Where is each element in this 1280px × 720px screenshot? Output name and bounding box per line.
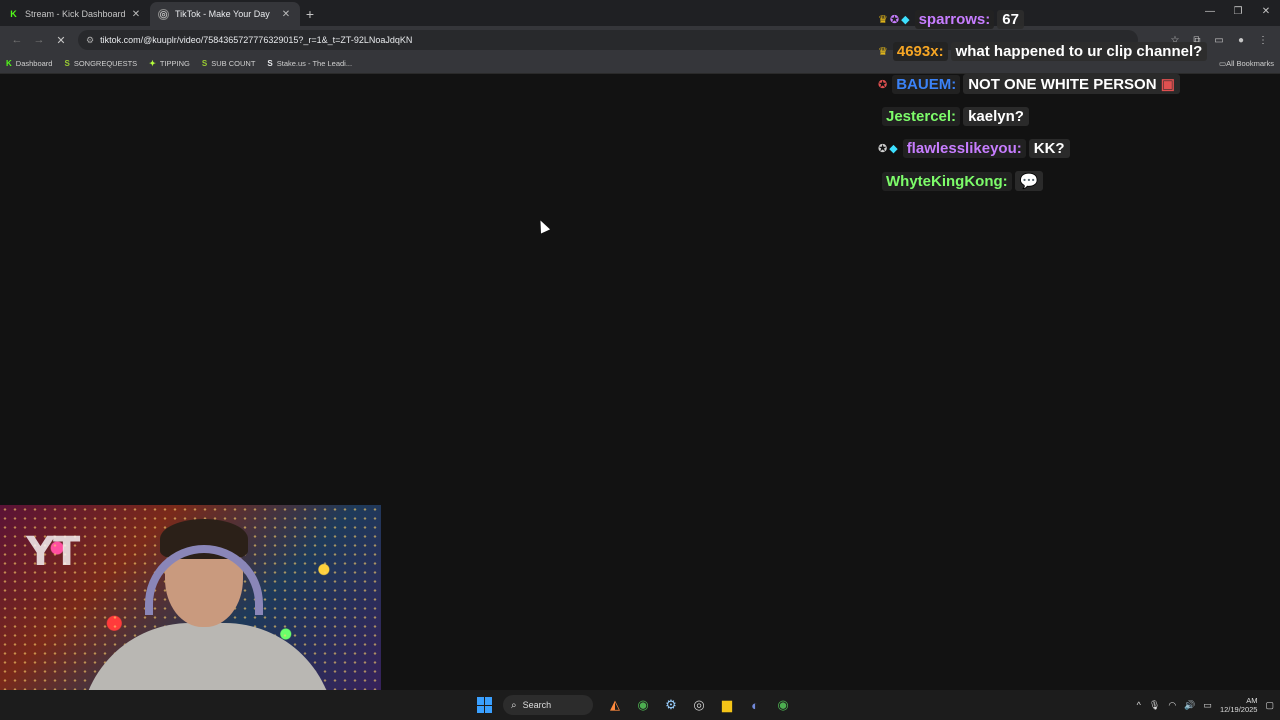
battery-icon[interactable]: ▭ bbox=[1203, 700, 1212, 711]
chat-text: kaelyn? bbox=[963, 106, 1029, 126]
webcam-sign: YT bbox=[26, 529, 80, 575]
bookmark-songrequests[interactable]: S SONGREQUESTS bbox=[64, 59, 137, 68]
chat-text: KK? bbox=[1028, 138, 1070, 158]
emote-icon: ▣ bbox=[1160, 76, 1175, 93]
chat-username: flawlesslikeyou: bbox=[902, 138, 1026, 158]
minimize-icon[interactable]: — bbox=[1196, 0, 1224, 24]
sub-badge-icon: ✪ bbox=[878, 142, 888, 155]
chat-message: WhyteKingKong: 💬 bbox=[878, 170, 1044, 192]
taskbar-search[interactable]: ⌕ Search bbox=[503, 695, 593, 715]
folder-icon: ▭ bbox=[1218, 59, 1227, 68]
close-window-icon[interactable]: ✕ bbox=[1252, 0, 1280, 24]
kick-icon: K bbox=[6, 59, 12, 68]
browser-tab-strip: K Stream - Kick Dashboard ✕ ◎ TikTok - M… bbox=[0, 0, 1280, 26]
emote-icon: 💬 bbox=[1019, 173, 1039, 190]
chat-message: ✪ ◆ flawlesslikeyou: KK? bbox=[878, 137, 1070, 159]
search-icon: ⌕ bbox=[511, 699, 517, 711]
chat-badges: ✪ ◆ bbox=[878, 142, 900, 155]
chat-message: ✪ BAUEM: NOT ONE WHITE PERSON ▣ bbox=[878, 73, 1180, 95]
menu-icon[interactable]: ⋮ bbox=[1252, 35, 1274, 46]
close-tab-icon[interactable]: ✕ bbox=[280, 9, 292, 20]
bookmark-label: TIPPING bbox=[159, 59, 190, 68]
wifi-icon[interactable]: ◠ bbox=[1168, 700, 1176, 711]
chrome-icon[interactable]: ◉ bbox=[630, 692, 656, 718]
chat-text: 67 bbox=[997, 9, 1024, 29]
sub-badge-icon: ✪ bbox=[878, 78, 888, 91]
cast-icon[interactable]: ▭ bbox=[1208, 35, 1230, 46]
chat-text: 💬 bbox=[1014, 171, 1044, 191]
chat-message: ♛ 4693x: what happened to ur clip channe… bbox=[878, 40, 1208, 62]
close-tab-icon[interactable]: ✕ bbox=[130, 9, 142, 20]
chat-username: Jestercel: bbox=[882, 106, 961, 126]
stop-loading-button[interactable]: ✕ bbox=[50, 29, 72, 51]
chat-text: what happened to ur clip channel? bbox=[950, 41, 1208, 61]
notification-icon[interactable]: ▢ bbox=[1265, 700, 1274, 711]
tab-label: Stream - Kick Dashboard bbox=[25, 9, 126, 19]
new-tab-button[interactable]: + bbox=[300, 2, 320, 26]
sub-badge-icon: ✪ bbox=[889, 13, 900, 26]
chevron-up-icon[interactable]: ^ bbox=[1137, 700, 1141, 710]
cube-icon: ◆ bbox=[889, 142, 898, 155]
cube-icon: ◆ bbox=[901, 13, 910, 26]
streamelements-icon: S bbox=[64, 59, 70, 68]
chat-message: Jestercel: kaelyn? bbox=[878, 105, 1029, 127]
chat-username: WhyteKingKong: bbox=[882, 171, 1012, 191]
taskbar-apps: ⌕ Search ◭ ◉ ⚙ ◎ ▆ ◐ ◉ bbox=[477, 690, 797, 720]
chat-username: BAUEM: bbox=[892, 74, 961, 94]
all-bookmarks-label: All Bookmarks bbox=[1226, 59, 1274, 68]
obs-icon[interactable]: ◎ bbox=[686, 692, 712, 718]
clock-time: AM bbox=[1246, 696, 1258, 705]
windows-start-icon[interactable] bbox=[477, 697, 493, 713]
streamelements-icon: S bbox=[201, 59, 208, 68]
all-bookmarks-button[interactable]: ▭ All Bookmarks bbox=[1219, 59, 1274, 68]
bookmark-label: Dashboard bbox=[15, 59, 53, 68]
bookmark-stake[interactable]: S Stake.us - The Leadi... bbox=[267, 59, 352, 68]
volume-icon[interactable]: 🔊 bbox=[1184, 700, 1195, 711]
chat-badges: ♛ bbox=[878, 45, 890, 58]
search-label: Search bbox=[522, 700, 552, 710]
microphone-icon[interactable]: 🎙 bbox=[1149, 700, 1160, 711]
chat-username: 4693x: bbox=[892, 41, 948, 61]
tipping-icon: ✦ bbox=[149, 59, 156, 68]
chat-username: sparrows: bbox=[914, 9, 995, 29]
chat-badges: ✪ bbox=[878, 78, 889, 91]
chat-message: ♛ ✪ ◆ sparrows: 67 bbox=[878, 8, 1024, 30]
tab-kick-dashboard[interactable]: K Stream - Kick Dashboard ✕ bbox=[0, 2, 150, 26]
discord-icon[interactable]: ◐ bbox=[742, 692, 768, 718]
widget-icon[interactable]: ◭ bbox=[602, 692, 628, 718]
bookmark-label: Stake.us - The Leadi... bbox=[276, 59, 353, 68]
back-button[interactable]: ← bbox=[6, 29, 28, 51]
kick-icon: K bbox=[10, 9, 17, 19]
bookmark-label: SUB COUNT bbox=[211, 59, 256, 68]
tab-label: TikTok - Make Your Day bbox=[175, 9, 270, 19]
clock[interactable]: AM 12/19/2025 bbox=[1220, 696, 1258, 714]
chat-text: NOT ONE WHITE PERSON ▣ bbox=[963, 74, 1180, 94]
chat-text-content: NOT ONE WHITE PERSON bbox=[968, 76, 1157, 93]
bookmark-label: SONGREQUESTS bbox=[73, 59, 138, 68]
site-info-icon[interactable]: ⚙ bbox=[86, 35, 94, 46]
screen: K Stream - Kick Dashboard ✕ ◎ TikTok - M… bbox=[0, 0, 1280, 720]
steam-icon[interactable]: ⚙ bbox=[658, 692, 684, 718]
crown-icon: ♛ bbox=[878, 13, 888, 26]
maximize-icon[interactable]: ❐ bbox=[1224, 0, 1252, 24]
url-text: tiktok.com/@kuuplr/video/758436572777632… bbox=[100, 35, 413, 45]
stake-icon: S bbox=[267, 59, 273, 68]
webcam-overlay: YT bbox=[0, 505, 381, 720]
clock-date: 12/19/2025 bbox=[1219, 705, 1258, 714]
chrome-icon[interactable]: ◉ bbox=[770, 692, 796, 718]
crown-icon: ♛ bbox=[878, 45, 888, 58]
system-tray: ^ 🎙 ◠ 🔊 ▭ AM 12/19/2025 ▢ bbox=[1129, 690, 1274, 720]
file-explorer-icon[interactable]: ▆ bbox=[714, 692, 740, 718]
bookmark-tipping[interactable]: ✦ TIPPING bbox=[149, 59, 190, 68]
window-controls: — ❐ ✕ bbox=[1196, 0, 1280, 24]
bookmark-sub-count[interactable]: S SUB COUNT bbox=[202, 59, 256, 68]
windows-taskbar: ⌕ Search ◭ ◉ ⚙ ◎ ▆ ◐ ◉ ^ 🎙 ◠ 🔊 ▭ AM 12/1… bbox=[0, 690, 1280, 720]
forward-button[interactable]: → bbox=[28, 29, 50, 51]
chat-badges: ♛ ✪ ◆ bbox=[878, 13, 912, 26]
bookmark-dashboard[interactable]: K Dashboard bbox=[6, 59, 52, 68]
loading-icon: ◎ bbox=[158, 8, 169, 20]
tab-tiktok[interactable]: ◎ TikTok - Make Your Day ✕ bbox=[150, 2, 300, 26]
profile-avatar[interactable]: ● bbox=[1230, 35, 1252, 46]
